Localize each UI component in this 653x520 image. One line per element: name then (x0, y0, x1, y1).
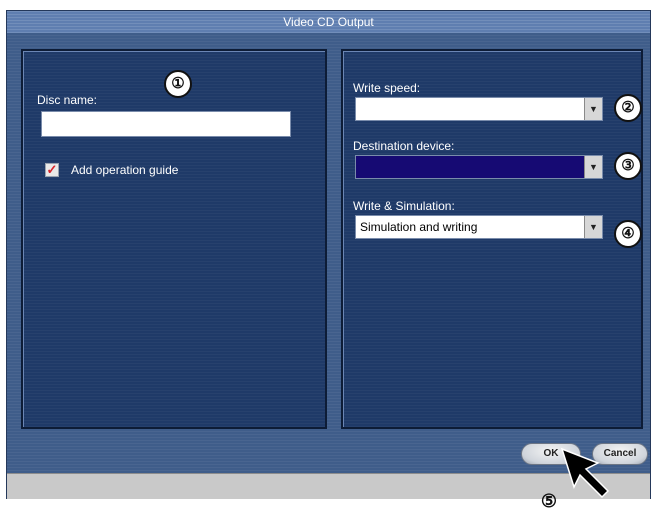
callout-4: ④ (614, 220, 642, 248)
dialog-title: Video CD Output (7, 11, 650, 33)
chevron-down-icon[interactable]: ▼ (584, 216, 602, 238)
write-speed-select[interactable]: ▼ (355, 97, 603, 121)
write-simulation-label: Write & Simulation: (353, 199, 455, 213)
destination-device-select[interactable]: ▼ (355, 155, 603, 179)
add-operation-guide-checkbox[interactable]: ✓ (45, 163, 59, 177)
right-panel: Write speed: ▼ Destination device: ▼ Wri… (341, 49, 643, 429)
left-panel: Disc name: ✓ Add operation guide (21, 49, 327, 429)
callout-1: ① (164, 70, 192, 98)
callout-2: ② (614, 94, 642, 122)
chevron-down-icon[interactable]: ▼ (584, 156, 602, 178)
destination-device-label: Destination device: (353, 139, 455, 153)
write-simulation-select[interactable]: Simulation and writing ▼ (355, 215, 603, 239)
video-cd-output-dialog: Video CD Output Disc name: ✓ Add operati… (6, 10, 651, 499)
add-operation-guide-label: Add operation guide (71, 163, 179, 177)
disc-name-label: Disc name: (37, 93, 98, 107)
write-speed-label: Write speed: (353, 81, 421, 95)
disc-name-input[interactable] (41, 111, 291, 137)
cursor-arrow-icon (560, 447, 610, 499)
check-icon: ✓ (46, 162, 58, 177)
chevron-down-icon[interactable]: ▼ (584, 98, 602, 120)
write-simulation-value: Simulation and writing (360, 220, 478, 234)
callout-3: ③ (614, 152, 642, 180)
